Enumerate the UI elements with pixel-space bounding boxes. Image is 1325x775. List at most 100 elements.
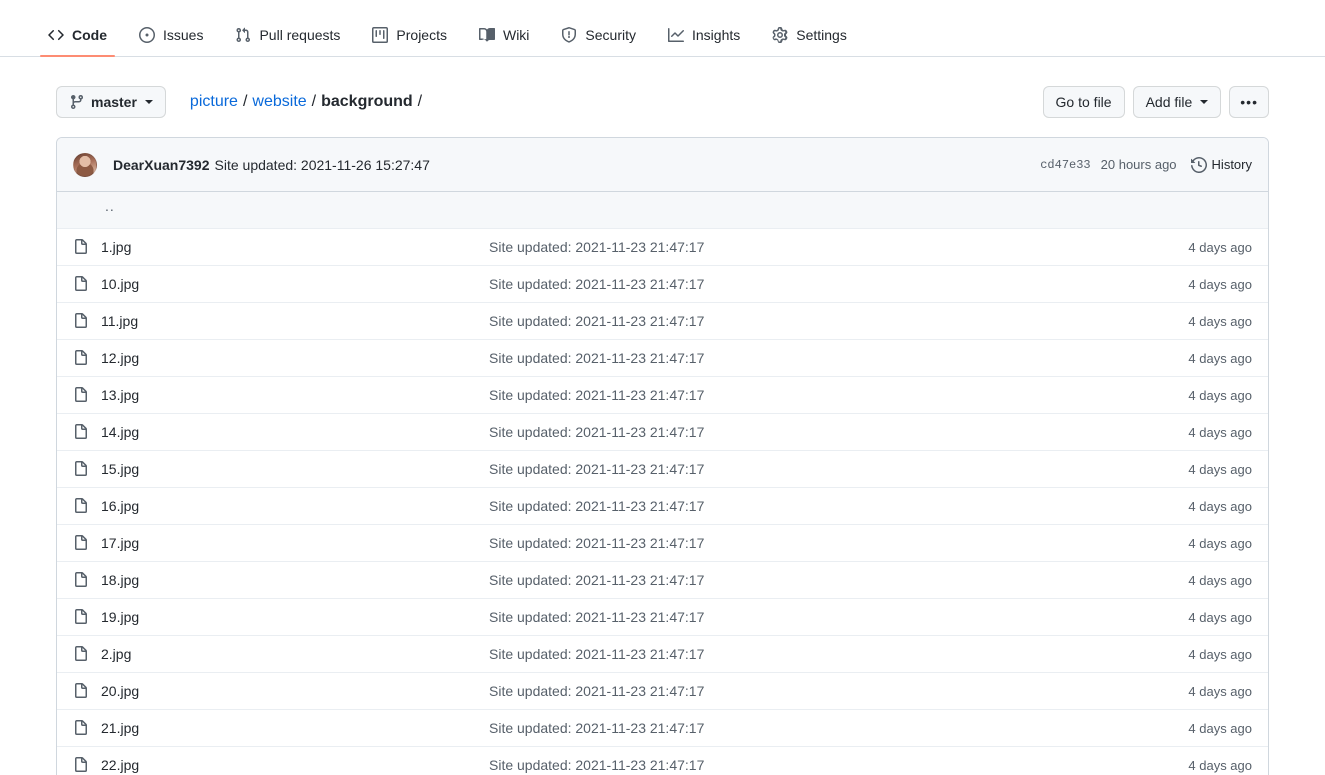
table-row[interactable]: 21.jpgSite updated: 2021-11-23 21:47:174… [57,710,1268,747]
project-icon [372,27,388,43]
latest-commit-bar: DearXuan7392 Site updated: 2021-11-26 15… [57,138,1268,192]
commit-sha-link[interactable]: cd47e33 [1040,158,1090,172]
chevron-down-icon [145,100,153,104]
tab-issues[interactable]: Issues [123,27,219,56]
commit-relative-time: 20 hours ago [1101,157,1177,172]
history-clock-icon [1191,157,1207,173]
tab-label: Wiki [503,28,529,42]
parent-directory-link[interactable]: .. [101,199,115,213]
file-name-link[interactable]: 10.jpg [101,276,489,292]
git-branch-icon [69,94,85,110]
file-icon [73,350,101,366]
table-row[interactable]: 17.jpgSite updated: 2021-11-23 21:47:174… [57,525,1268,562]
tab-code[interactable]: Code [32,27,123,56]
avatar[interactable] [73,153,97,177]
commit-message-link[interactable]: Site updated: 2021-11-26 15:27:47 [215,157,430,173]
tab-label: Settings [796,28,847,42]
file-icon [73,387,101,403]
table-row[interactable]: 11.jpgSite updated: 2021-11-23 21:47:174… [57,303,1268,340]
file-name-link[interactable]: 16.jpg [101,498,489,514]
breadcrumb-link-picture[interactable]: picture [190,93,238,111]
file-toolbar: master picture / website / background / … [0,57,1325,123]
file-commit-message[interactable]: Site updated: 2021-11-23 21:47:17 [489,757,1142,773]
tab-wiki[interactable]: Wiki [463,27,545,56]
file-commit-message[interactable]: Site updated: 2021-11-23 21:47:17 [489,720,1142,736]
file-commit-message[interactable]: Site updated: 2021-11-23 21:47:17 [489,276,1142,292]
breadcrumb-link-website[interactable]: website [252,93,306,111]
file-listing-container: DearXuan7392 Site updated: 2021-11-26 15… [56,137,1269,775]
file-name-link[interactable]: 15.jpg [101,461,489,477]
table-row[interactable]: 16.jpgSite updated: 2021-11-23 21:47:174… [57,488,1268,525]
file-commit-message[interactable]: Site updated: 2021-11-23 21:47:17 [489,387,1142,403]
tab-label: Pull requests [259,28,340,42]
commit-meta: cd47e33 20 hours ago History [1040,157,1252,173]
chevron-down-icon [1200,100,1208,104]
file-name-link[interactable]: 18.jpg [101,572,489,588]
shield-icon [561,27,577,43]
history-link[interactable]: History [1191,157,1252,173]
tab-settings[interactable]: Settings [756,27,863,56]
tab-security[interactable]: Security [545,27,652,56]
file-name-link[interactable]: 11.jpg [101,313,489,329]
more-options-button[interactable]: ••• [1229,86,1269,118]
file-icon [73,535,101,551]
file-commit-message[interactable]: Site updated: 2021-11-23 21:47:17 [489,498,1142,514]
file-name-link[interactable]: 1.jpg [101,239,489,255]
table-row[interactable]: 12.jpgSite updated: 2021-11-23 21:47:174… [57,340,1268,377]
file-icon [73,313,101,329]
file-commit-age: 4 days ago [1142,240,1252,255]
table-row[interactable]: 19.jpgSite updated: 2021-11-23 21:47:174… [57,599,1268,636]
file-commit-message[interactable]: Site updated: 2021-11-23 21:47:17 [489,424,1142,440]
add-file-button[interactable]: Add file [1133,86,1222,118]
tab-insights[interactable]: Insights [652,27,756,56]
history-label: History [1212,157,1252,172]
table-row[interactable]: 10.jpgSite updated: 2021-11-23 21:47:174… [57,266,1268,303]
table-row[interactable]: 18.jpgSite updated: 2021-11-23 21:47:174… [57,562,1268,599]
tab-pull-requests[interactable]: Pull requests [219,27,356,56]
file-name-link[interactable]: 19.jpg [101,609,489,625]
file-commit-message[interactable]: Site updated: 2021-11-23 21:47:17 [489,572,1142,588]
tab-label: Issues [163,28,203,42]
git-pull-request-icon [235,27,251,43]
file-name-link[interactable]: 2.jpg [101,646,489,662]
file-commit-message[interactable]: Site updated: 2021-11-23 21:47:17 [489,646,1142,662]
table-row[interactable]: 13.jpgSite updated: 2021-11-23 21:47:174… [57,377,1268,414]
table-row[interactable]: 15.jpgSite updated: 2021-11-23 21:47:174… [57,451,1268,488]
go-to-file-button[interactable]: Go to file [1043,86,1125,118]
breadcrumb: picture / website / background / [190,93,427,111]
file-commit-age: 4 days ago [1142,462,1252,477]
file-commit-message[interactable]: Site updated: 2021-11-23 21:47:17 [489,239,1142,255]
file-icon [73,683,101,699]
file-commit-message[interactable]: Site updated: 2021-11-23 21:47:17 [489,313,1142,329]
code-icon [48,27,64,43]
file-name-link[interactable]: 22.jpg [101,757,489,773]
table-row[interactable]: 2.jpgSite updated: 2021-11-23 21:47:174 … [57,636,1268,673]
commit-author-link[interactable]: DearXuan7392 [113,157,210,173]
file-commit-message[interactable]: Site updated: 2021-11-23 21:47:17 [489,350,1142,366]
file-name-link[interactable]: 14.jpg [101,424,489,440]
file-commit-age: 4 days ago [1142,277,1252,292]
file-commit-message[interactable]: Site updated: 2021-11-23 21:47:17 [489,683,1142,699]
file-commit-message[interactable]: Site updated: 2021-11-23 21:47:17 [489,461,1142,477]
file-name-link[interactable]: 20.jpg [101,683,489,699]
table-row[interactable]: 20.jpgSite updated: 2021-11-23 21:47:174… [57,673,1268,710]
file-commit-message[interactable]: Site updated: 2021-11-23 21:47:17 [489,609,1142,625]
file-name-link[interactable]: 17.jpg [101,535,489,551]
table-row[interactable]: 14.jpgSite updated: 2021-11-23 21:47:174… [57,414,1268,451]
file-icon [73,720,101,736]
file-commit-age: 4 days ago [1142,388,1252,403]
tab-projects[interactable]: Projects [356,27,463,56]
table-row[interactable]: 1.jpgSite updated: 2021-11-23 21:47:174 … [57,229,1268,266]
file-commit-age: 4 days ago [1142,536,1252,551]
file-commit-age: 4 days ago [1142,351,1252,366]
file-commit-message[interactable]: Site updated: 2021-11-23 21:47:17 [489,535,1142,551]
table-row[interactable]: 22.jpgSite updated: 2021-11-23 21:47:174… [57,747,1268,775]
file-commit-age: 4 days ago [1142,499,1252,514]
file-name-link[interactable]: 13.jpg [101,387,489,403]
file-name-link[interactable]: 21.jpg [101,720,489,736]
breadcrumb-separator: / [312,93,316,111]
issue-opened-icon [139,27,155,43]
parent-directory-row[interactable]: .. [57,192,1268,229]
file-name-link[interactable]: 12.jpg [101,350,489,366]
branch-selector-button[interactable]: master [56,86,166,118]
